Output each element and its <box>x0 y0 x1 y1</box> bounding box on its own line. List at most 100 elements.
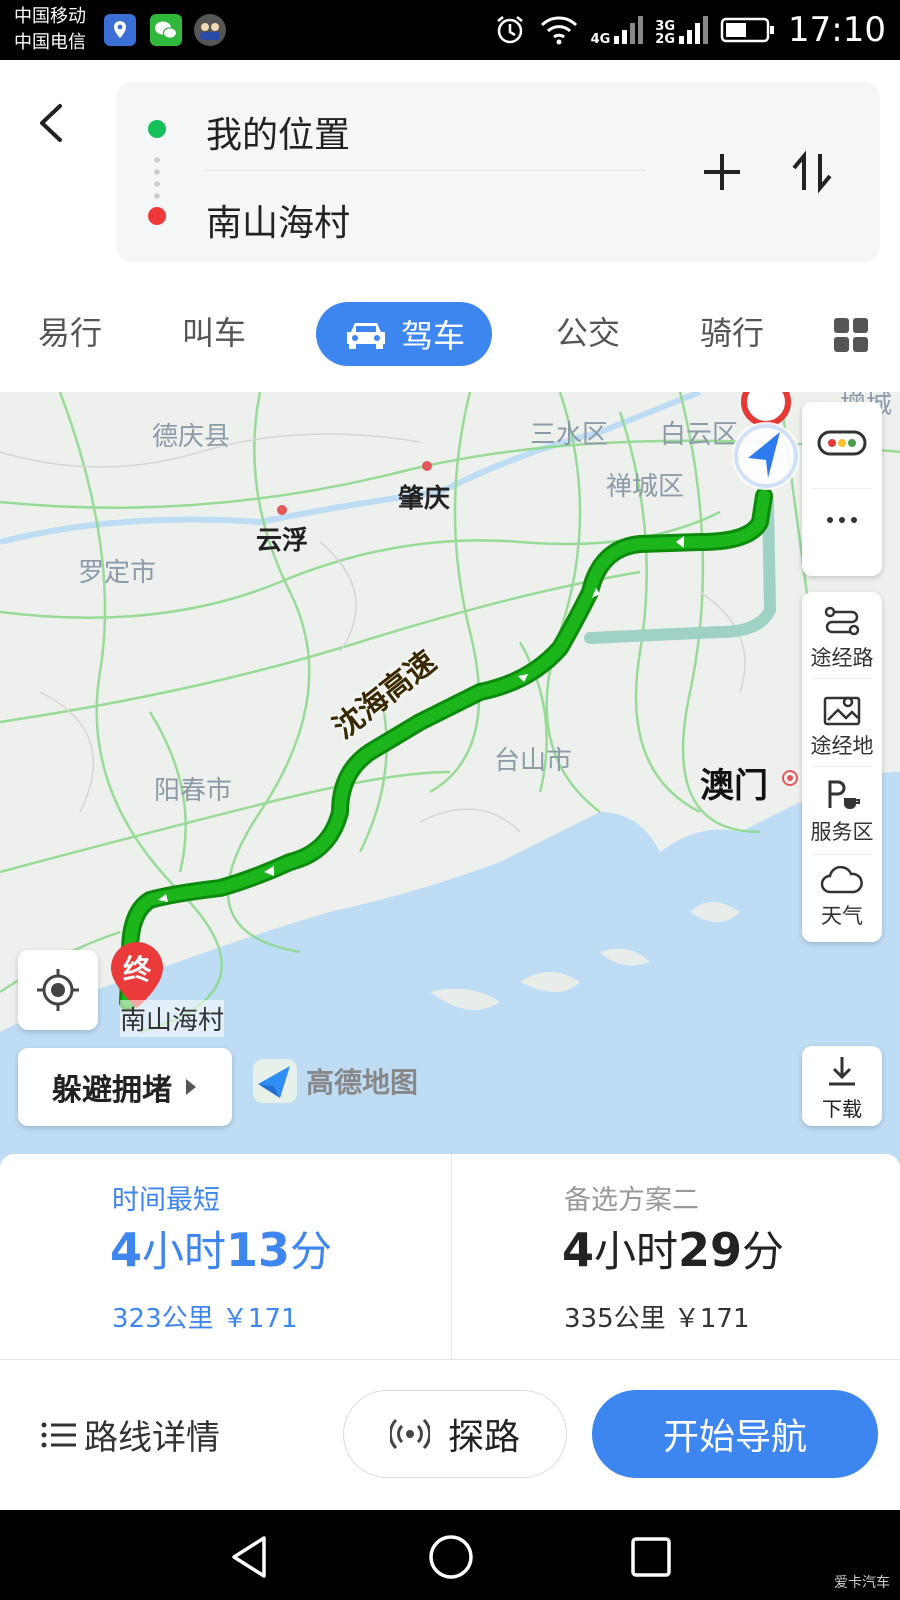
waypoint-route-icon <box>824 606 860 636</box>
route-options: 时间最短 4小时13分 323公里 ￥171 备选方案二 4小时29分 335公… <box>0 1154 900 1360</box>
map-label-yunfu: 云浮 <box>256 526 309 556</box>
list-icon <box>41 1422 76 1447</box>
add-waypoint-button[interactable] <box>694 144 750 200</box>
waypoint-route-label: 途经路 <box>810 646 874 670</box>
traffic-toggle-button[interactable] <box>802 430 882 460</box>
tab-yixing[interactable]: 易行 <box>38 308 102 354</box>
amap-logo-icon <box>253 1059 297 1103</box>
map-tools-panel-route: 途经路 途经地 服务区 天气 <box>802 592 882 942</box>
end-pin-label: 终 <box>122 953 151 986</box>
swap-route-button[interactable] <box>784 144 840 200</box>
waypoint-route-button[interactable]: 途经路 <box>802 604 882 672</box>
parking-cup-icon <box>828 780 860 809</box>
system-nav-bar: 爱卡汽车 <box>0 1510 900 1600</box>
traffic-light-icon <box>817 430 867 456</box>
status-bar: 中国移动 中国电信 4G 3G 2G 17:10 <box>0 0 900 60</box>
route-option-1[interactable]: 时间最短 4小时13分 323公里 ￥171 <box>0 1154 450 1360</box>
more-options-button[interactable] <box>802 510 882 534</box>
route-2-meta: 335公里 ￥171 <box>564 1304 750 1334</box>
back-button[interactable] <box>28 98 78 148</box>
route-details-label: 路线详情 <box>84 1418 220 1458</box>
map-label-sanshui: 三水区 <box>530 420 609 450</box>
route-2-tag: 备选方案二 <box>564 1185 699 1216</box>
tab-call-car[interactable]: 叫车 <box>182 308 246 354</box>
route-2-time: 4小时29分 <box>562 1223 785 1277</box>
route-1-meta: 323公里 ￥171 <box>112 1304 298 1334</box>
carrier-2: 中国电信 <box>14 32 86 53</box>
locate-me-button[interactable] <box>18 950 98 1030</box>
tab-drive[interactable]: 驾车 <box>316 302 492 366</box>
map-label-destination: 南山海村 <box>120 1000 225 1037</box>
signal-2-icon <box>679 16 709 44</box>
route-input-box: 我的位置 南山海村 <box>116 82 880 262</box>
triangle-back-icon <box>232 1536 266 1578</box>
input-divider <box>206 170 646 171</box>
tab-cycle[interactable]: 骑行 <box>700 308 764 354</box>
service-area-button[interactable]: 服务区 <box>802 778 882 846</box>
route-connector <box>154 154 160 200</box>
swap-icon <box>792 150 832 194</box>
play-triangle-icon <box>186 1079 196 1095</box>
weather-button[interactable]: 天气 <box>802 866 882 930</box>
more-modes-icon[interactable] <box>834 318 868 352</box>
brand-logo: 高德地图 <box>252 1058 418 1104</box>
circle-home-icon <box>429 1535 473 1579</box>
network-type-1: 4G <box>590 32 611 47</box>
battery-icon <box>720 17 775 43</box>
avoid-congestion-button[interactable]: 躲避拥堵 <box>18 1048 232 1126</box>
nav-recents-button[interactable] <box>626 1532 676 1582</box>
carrier-1: 中国移动 <box>14 6 86 27</box>
route-header: 我的位置 南山海村 易行 叫车 驾车 公交 骑行 <box>0 60 900 390</box>
wifi-icon <box>540 16 577 45</box>
destination-field[interactable]: 南山海村 <box>206 194 350 246</box>
nav-home-button[interactable] <box>426 1532 476 1582</box>
download-map-button[interactable]: 下载 <box>802 1046 882 1126</box>
origin-field[interactable]: 我的位置 <box>206 106 350 158</box>
app-root: 中国移动 中国电信 4G 3G 2G 17:10 我的位置 南山海村 易行 叫车… <box>0 0 900 1600</box>
cloud-icon <box>820 866 863 894</box>
watermark: 爱卡汽车 <box>834 1575 890 1591</box>
service-area-label: 服务区 <box>810 820 874 844</box>
start-navigation-button[interactable]: 开始导航 <box>592 1390 878 1478</box>
status-icons: 4G 3G 2G 17:10 <box>493 0 886 60</box>
square-recents-icon <box>631 1537 671 1577</box>
map-label-macau: 澳门 <box>700 766 768 806</box>
map-label-taishan: 台山市 <box>494 746 573 776</box>
avoid-congestion-label: 躲避拥堵 <box>52 1073 172 1108</box>
map-view[interactable]: 德庆县 肇庆 云浮 罗定市 三水区 白云区 禅城区 增城 台山市 阳春市 澳门 … <box>0 392 900 1172</box>
waypoint-place-button[interactable]: 途经地 <box>802 692 882 760</box>
map-label-deqing: 德庆县 <box>152 422 231 452</box>
probe-road-button[interactable]: 探路 <box>343 1390 567 1478</box>
alarm-icon <box>496 16 523 44</box>
route-1-time: 4小时13分 <box>110 1223 333 1277</box>
weather-label: 天气 <box>821 904 863 928</box>
back-arrow-icon <box>40 104 62 142</box>
origin-dot <box>148 120 166 138</box>
location-app-icon <box>104 14 136 46</box>
route-1-tag: 时间最短 <box>112 1185 220 1216</box>
transport-mode-tabs: 易行 叫车 驾车 公交 骑行 <box>0 298 900 374</box>
tab-bus[interactable]: 公交 <box>556 308 620 354</box>
plus-icon <box>704 154 740 190</box>
download-icon <box>829 1057 855 1086</box>
route-option-2[interactable]: 备选方案二 4小时29分 335公里 ￥171 <box>451 1154 900 1360</box>
waypoint-place-label: 途经地 <box>810 734 874 758</box>
destination-dot <box>148 207 166 225</box>
download-label: 下载 <box>822 1097 862 1121</box>
nav-back-button[interactable] <box>226 1532 276 1582</box>
map-label-yangchun: 阳春市 <box>154 776 233 806</box>
map-label-luoding: 罗定市 <box>78 558 157 588</box>
map-label-zhaoqing: 肇庆 <box>398 484 451 514</box>
navigation-arrow-icon <box>732 422 800 490</box>
current-location-marker <box>726 416 806 496</box>
car-icon <box>346 323 385 349</box>
signal-1-icon <box>614 16 644 44</box>
locate-icon <box>37 969 79 1011</box>
wechat-icon <box>150 14 182 46</box>
route-details-button[interactable]: 路线详情 <box>40 1410 220 1459</box>
brand-name: 高德地图 <box>306 1066 419 1099</box>
app-notification-icon <box>194 14 226 46</box>
bottom-actions: 路线详情 探路 开始导航 <box>0 1360 900 1510</box>
clock: 17:10 <box>788 10 886 50</box>
waypoint-place-icon <box>823 696 861 726</box>
